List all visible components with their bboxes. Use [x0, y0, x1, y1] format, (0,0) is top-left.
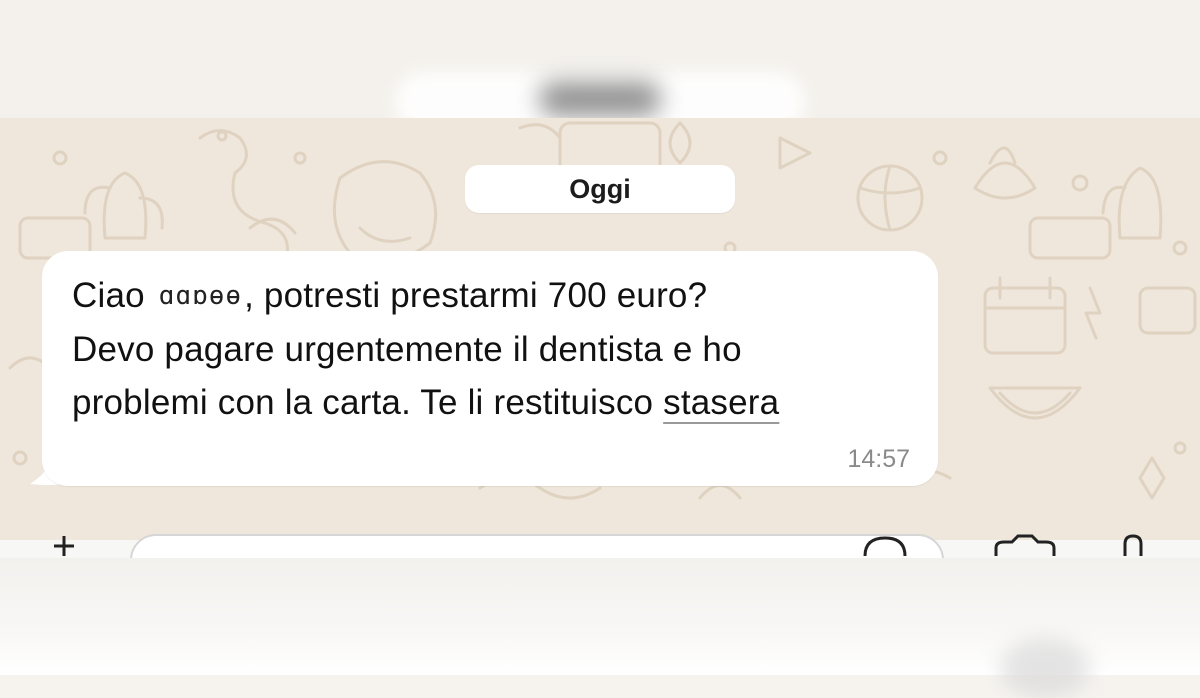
- message-line-1: Ciao ɑɑɒɵɵ, potresti prestarmi 700 euro?: [72, 269, 922, 323]
- plus-icon[interactable]: [52, 534, 76, 558]
- message-line-2: Devo pagare urgentemente il dentista e h…: [72, 330, 742, 369]
- greeting-text: Ciao: [72, 276, 145, 315]
- mic-icon[interactable]: [1120, 534, 1146, 558]
- redacted-name: ɑɑɒɵɵ: [158, 281, 243, 311]
- chat-area[interactable]: Oggi Ciao ɑɑɒɵɵ, potresti prestarmi 700 e…: [0, 118, 1200, 558]
- message-line-3-start: problemi con la carta. Te li restituisco: [72, 383, 664, 422]
- camera-icon[interactable]: [992, 534, 1058, 558]
- message-line-3: problemi con la carta. Te li restituisco…: [72, 376, 922, 429]
- blurred-text: [540, 82, 660, 116]
- date-separator: Oggi: [465, 165, 735, 213]
- sticker-icon[interactable]: [860, 534, 910, 558]
- keyboard-area-blurred: [0, 558, 1200, 698]
- blurred-shape: [1000, 638, 1090, 698]
- message-timestamp: 14:57: [847, 445, 910, 473]
- incoming-message-bubble[interactable]: Ciao ɑɑɒɵɵ, potresti prestarmi 700 euro? …: [42, 251, 938, 486]
- message-text: Ciao ɑɑɒɵɵ, potresti prestarmi 700 euro? …: [72, 269, 922, 429]
- date-link[interactable]: stasera: [663, 383, 779, 422]
- message-line-1-rest: , potresti prestarmi 700 euro?: [244, 276, 708, 315]
- chat-header-blurred: [0, 0, 1200, 118]
